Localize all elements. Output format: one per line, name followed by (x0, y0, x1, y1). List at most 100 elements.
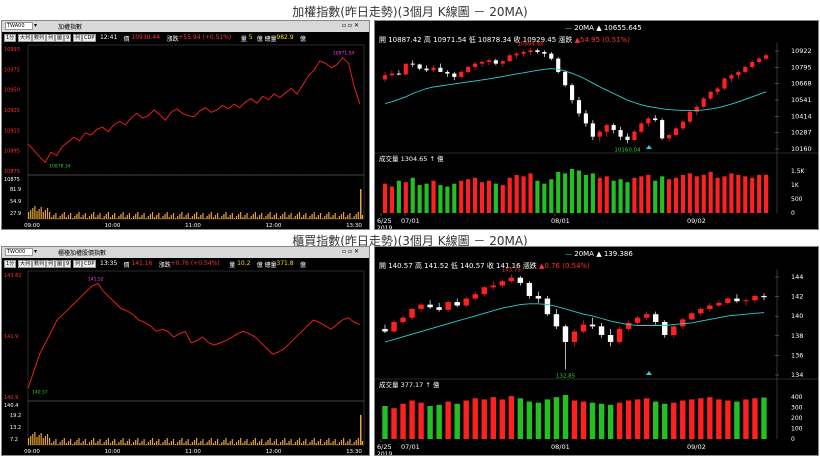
toolbar-button[interactable]: 數列 (32, 260, 47, 268)
volume-bar (67, 441, 70, 445)
volume-bar (418, 402, 424, 439)
symbol-field[interactable]: TWO00 (5, 248, 33, 256)
volume-bar (95, 443, 97, 445)
volume-bar (154, 217, 156, 219)
symbol-field[interactable]: TWA00 (5, 22, 33, 30)
toolbar-button[interactable]: CDP (82, 260, 97, 268)
volume-bar (72, 218, 74, 219)
window-controls[interactable]: ▫ ▫ ✕ (342, 22, 359, 29)
volume-bar (343, 212, 345, 219)
toolbar-button[interactable]: 列 (46, 34, 56, 42)
price-axis-label: 10795 (791, 63, 812, 71)
toolbar-button[interactable]: 列 (46, 260, 56, 268)
volume-bar (156, 441, 158, 445)
volume-bar (172, 439, 175, 445)
volume-bar (355, 214, 357, 219)
volume-bar (296, 214, 298, 219)
volume-bar (288, 441, 290, 445)
volume-bar (160, 218, 162, 219)
date-label: 08/01 (551, 217, 570, 225)
volume-bar (223, 440, 225, 445)
change-label: 漲跌 (158, 262, 171, 269)
volume-bar (315, 443, 317, 445)
toolbar-button[interactable]: 列 (73, 34, 83, 42)
toolbar-button[interactable]: 列 (73, 260, 83, 268)
vol-unit: 億 (256, 262, 263, 269)
volume-bar (235, 442, 238, 445)
volume-bar (259, 215, 261, 219)
toolbar-button[interactable]: 大列 (18, 34, 33, 42)
toolbar-button[interactable]: 1分 (4, 34, 17, 42)
intraday-toolbar: TWO00 ▾ 櫃檯加權股價指數 ▫ ▫ ✕ (2, 247, 369, 258)
volume-bar (445, 401, 451, 439)
volume-bar (95, 217, 97, 219)
volume-bar (290, 213, 292, 219)
price-axis-label: 138 (791, 332, 803, 340)
volume-bar (114, 213, 116, 219)
vol-tick-label: 13.2 (10, 425, 21, 431)
volume-bar (225, 438, 227, 445)
volume-bar (254, 212, 256, 219)
date-label: 6/25 (377, 443, 392, 451)
toolbar-button[interactable]: 圖 (55, 34, 65, 42)
kline-chart: 144 142 140 138 136 134 143.75 132.85 成交量 377.17… (375, 268, 818, 455)
volume-text: 成交量 377.17 ↑ 億 (379, 380, 440, 389)
toolbar-button[interactable]: 1分 (4, 260, 17, 268)
toolbar-button[interactable]: 大列 (18, 260, 33, 268)
volume-bar (330, 217, 332, 219)
volume-bar (472, 398, 478, 439)
volume-bar (689, 399, 695, 439)
volume-bar (124, 217, 126, 219)
volume-bar (32, 208, 34, 219)
candle-body (521, 51, 526, 54)
window-controls[interactable]: ▫ ▫ ✕ (342, 248, 359, 255)
volume-bar (553, 397, 560, 439)
toolbar-button[interactable]: 9 (64, 260, 72, 268)
volume-bar (275, 213, 277, 219)
volume-bar (273, 215, 275, 219)
toolbar-button[interactable]: CDP (82, 34, 97, 42)
volume-bar (172, 213, 175, 219)
toolbar-button[interactable]: 9 (64, 34, 72, 42)
volume-bar (340, 214, 343, 219)
volume-bar (55, 439, 57, 445)
candle-body (729, 75, 734, 79)
volume-bar (343, 438, 345, 445)
price-tick-label: 10915 (4, 128, 20, 134)
volume-bar (156, 215, 158, 219)
volume-bar (82, 215, 84, 219)
ref-price-label: 140.4 (4, 403, 18, 409)
volume-bar (499, 399, 506, 439)
volume-bar (137, 438, 139, 445)
volume-bar (286, 217, 288, 219)
volume-bar (410, 177, 415, 213)
symbol-dropdown-icon[interactable]: ▾ (34, 22, 37, 29)
volume-bar (212, 443, 214, 445)
price-tick-label: 10975 (4, 67, 20, 73)
volume-bar (32, 434, 34, 445)
toolbar-button[interactable]: 數列 (32, 34, 47, 42)
volume-text: 成交量 1304.65 ↑ 億 (379, 154, 444, 163)
volume-bar (338, 216, 340, 219)
toolbar-button[interactable]: 圖 (55, 260, 65, 268)
volume-bar (248, 444, 250, 445)
candle-body (616, 328, 623, 342)
volume-bar (653, 180, 658, 213)
volume-bar (112, 441, 114, 445)
volume-bar (109, 443, 112, 445)
candle-body (459, 71, 464, 77)
volume-bar (292, 218, 294, 219)
vol-value: 5 (248, 34, 253, 41)
candle-body (466, 66, 471, 72)
symbol-dropdown-icon[interactable]: ▾ (34, 248, 37, 255)
price-tick-label: 143.82 (4, 273, 22, 279)
volume-bar (597, 177, 602, 213)
volume-bar (145, 218, 147, 219)
volume-bar (576, 170, 582, 213)
volume-bar (103, 216, 105, 219)
candle-body (500, 61, 505, 64)
volume-bar (517, 398, 524, 439)
price-value: 10930.44 (131, 34, 161, 41)
price-label: 價 (123, 36, 130, 43)
volume-bar (349, 439, 351, 445)
